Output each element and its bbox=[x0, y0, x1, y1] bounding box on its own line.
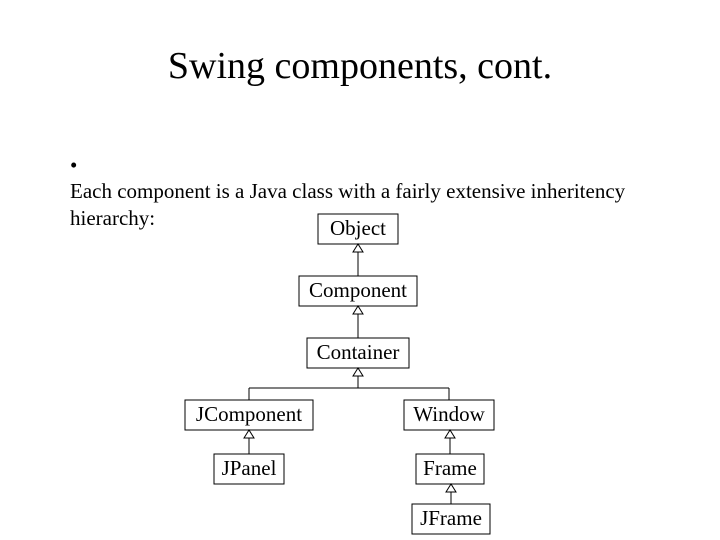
node-jpanel-label: JPanel bbox=[222, 456, 277, 480]
node-component-label: Component bbox=[309, 278, 407, 302]
node-window-label: Window bbox=[413, 402, 485, 426]
arrowhead-icon bbox=[353, 368, 363, 376]
arrowhead-icon bbox=[353, 244, 363, 252]
node-container-label: Container bbox=[317, 340, 400, 364]
node-object-label: Object bbox=[330, 216, 386, 240]
node-jframe-label: JFrame bbox=[420, 506, 482, 530]
arrowhead-icon bbox=[353, 306, 363, 314]
inheritance-diagram: Object Component Container JComponent Wi… bbox=[0, 0, 720, 540]
slide: Swing components, cont. • Each component… bbox=[0, 0, 720, 540]
arrowhead-icon bbox=[445, 430, 455, 438]
node-jcomponent-label: JComponent bbox=[196, 402, 302, 426]
node-frame-label: Frame bbox=[423, 456, 477, 480]
arrowhead-icon bbox=[446, 484, 456, 492]
arrowhead-icon bbox=[244, 430, 254, 438]
